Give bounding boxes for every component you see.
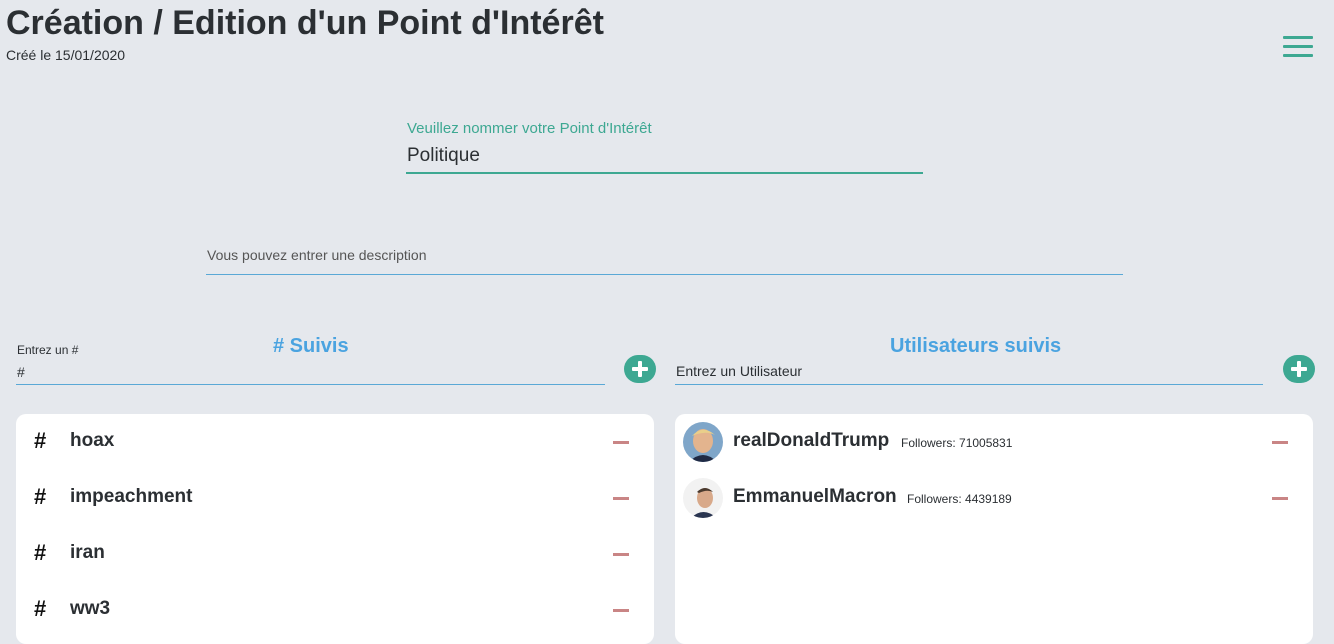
add-user-button[interactable] [1283, 355, 1315, 383]
remove-hashtag-button[interactable] [613, 553, 629, 556]
avatar [683, 478, 723, 518]
add-hashtag-button[interactable] [624, 355, 656, 383]
list-item: # ww3 [16, 582, 654, 638]
hashtag-label: ww3 [70, 598, 111, 619]
poi-name-label: Veuillez nommer votre Point d'Intérêt [407, 120, 652, 137]
remove-user-button[interactable] [1272, 441, 1288, 444]
page-title: Création / Edition d'un Point d'Intérêt [6, 4, 604, 42]
poi-name-input[interactable] [406, 140, 923, 174]
remove-hashtag-button[interactable] [613, 441, 629, 444]
hash-icon: # [34, 540, 47, 565]
follower-count: Followers: 71005831 [901, 436, 1013, 450]
list-item: # impeachment [16, 470, 654, 526]
user-list: realDonaldTrump Followers: 71005831 Emma… [675, 414, 1313, 644]
hashtag-label: impeachment [70, 486, 193, 507]
remove-hashtag-button[interactable] [613, 497, 629, 500]
users-section-title: Utilisateurs suivis [890, 335, 1062, 357]
hash-icon: # [34, 484, 47, 509]
user-name: realDonaldTrump [733, 430, 890, 451]
user-name: EmmanuelMacron [733, 486, 897, 507]
list-item: EmmanuelMacron Followers: 4439189 [675, 470, 1313, 526]
hashtag-input-label: Entrez un # [17, 343, 79, 357]
hashtag-input[interactable] [16, 360, 605, 385]
remove-hashtag-button[interactable] [613, 609, 629, 612]
hash-icon: # [34, 428, 47, 453]
hashtag-label: iran [70, 542, 105, 563]
description-input[interactable] [206, 236, 1123, 275]
remove-user-button[interactable] [1272, 497, 1288, 500]
hashtag-label: hoax [70, 430, 115, 451]
avatar [683, 422, 723, 462]
list-item: # hoax [16, 414, 654, 470]
follower-count: Followers: 4439189 [907, 492, 1012, 506]
hashtags-section-title: # Suivis [273, 335, 349, 357]
hashtag-list: # hoax # impeachment # iran # ww3 [16, 414, 654, 644]
list-item: # iran [16, 526, 654, 582]
hamburger-menu-icon[interactable] [1283, 36, 1313, 58]
hash-icon: # [34, 596, 47, 621]
user-input[interactable] [675, 358, 1263, 385]
created-date: Créé le 15/01/2020 [6, 47, 126, 63]
list-item: realDonaldTrump Followers: 71005831 [675, 414, 1313, 470]
